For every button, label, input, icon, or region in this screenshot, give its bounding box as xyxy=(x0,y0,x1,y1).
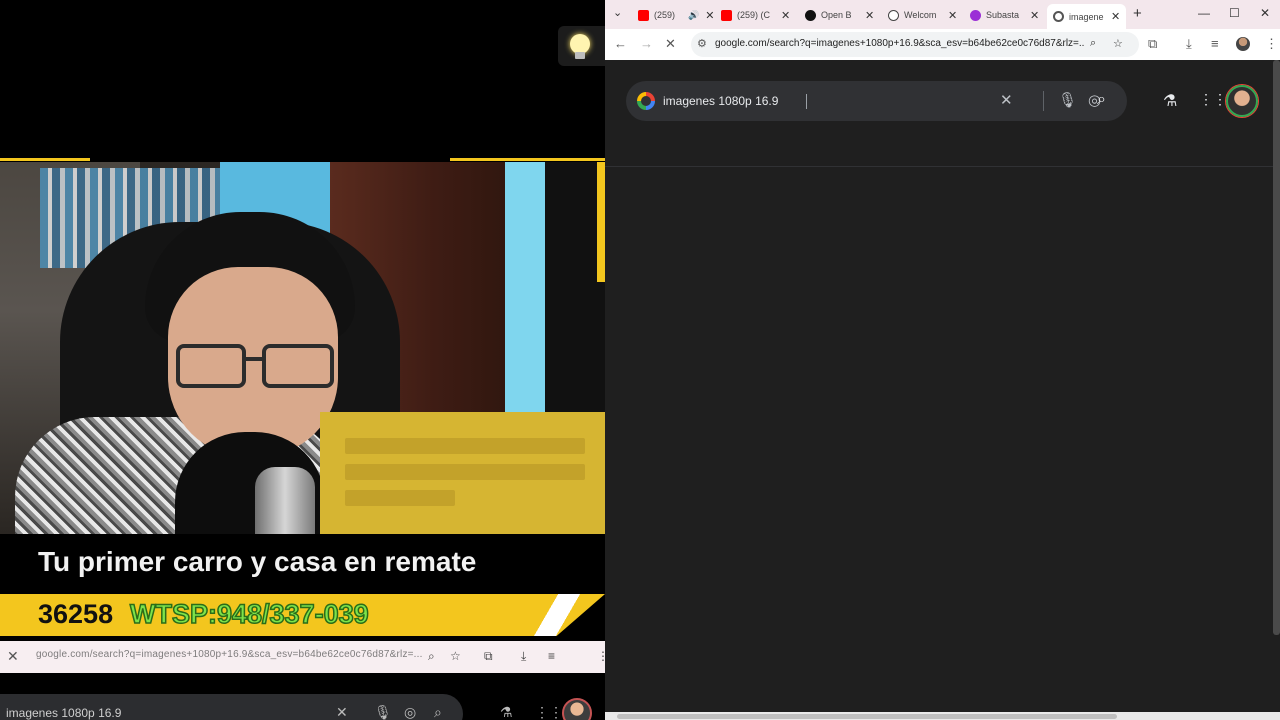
header-divider xyxy=(605,166,1273,167)
forward-icon[interactable]: → xyxy=(640,36,653,51)
tab-welcome[interactable]: Welcom ✕ xyxy=(888,4,957,26)
stream-panel: Tu primer carro y casa en remate 36258 W… xyxy=(0,0,609,720)
stream-caption: Tu primer carro y casa en remate xyxy=(38,546,477,577)
mirrored-browser-toolbar: ✕ google.com/search?q=imagenes+1080p+16.… xyxy=(0,641,609,673)
address-bar[interactable]: ⚙ google.com/search?q=imagenes+1080p+16.… xyxy=(691,32,1139,57)
loading-icon xyxy=(1053,11,1064,22)
stream-caption-bar: Tu primer carro y casa en remate xyxy=(0,534,605,594)
search-submit-icon[interactable]: ⌕ xyxy=(1097,91,1106,109)
search-icon: ⌕ xyxy=(434,704,442,720)
minimize-icon[interactable]: — xyxy=(1198,6,1210,20)
close-tab-icon[interactable]: ✕ xyxy=(1030,9,1039,22)
labs-icon: ⚗ xyxy=(500,704,513,720)
mirrored-query: imagenes 1080p 16.9 xyxy=(6,706,122,720)
mic-icon: 🎙 xyxy=(374,704,392,720)
labs-flask-icon[interactable]: ⚗ xyxy=(1163,91,1177,111)
speaker-icon[interactable]: 🔊 xyxy=(688,10,699,21)
lens-icon: ◎ xyxy=(404,704,417,720)
media-icon: ≡ xyxy=(548,649,556,663)
zoom-icon[interactable]: ⌕ xyxy=(1090,37,1096,50)
search-input[interactable]: imagenes 1080p 16.9 ✕ 🎙 ◎ xyxy=(626,81,1127,121)
tab-label: imagene xyxy=(1069,11,1104,22)
close-tab-icon[interactable]: ✕ xyxy=(705,9,714,22)
ticker-stripe xyxy=(520,594,605,636)
tab-strip: ⌄ (259) 🔊 ✕ (259) (C ✕ Open B ✕ Welcom ✕ xyxy=(605,0,1280,29)
overlay-accent-line xyxy=(0,158,90,161)
address-url: google.com/search?q=imagenes+1080p+16.9&… xyxy=(715,38,1085,49)
youtube-icon xyxy=(638,9,649,21)
tab-label: Welcom xyxy=(904,10,937,20)
apps-icon: ⋮⋮ xyxy=(535,704,563,720)
mirrored-searchbox: imagenes 1080p 16.9 xyxy=(0,694,463,720)
chrome-menu-icon[interactable]: ⋮ xyxy=(1265,36,1278,52)
close-icon: ✕ xyxy=(7,648,19,664)
download-icon: ⤓ xyxy=(521,649,527,663)
maximize-icon[interactable]: ☐ xyxy=(1229,6,1240,20)
tab-label: (259) (C xyxy=(737,10,771,20)
download-icon[interactable]: ⤓ xyxy=(1186,36,1192,52)
ticker-whatsapp: WTSP:948/337-039 xyxy=(129,598,369,630)
openai-icon xyxy=(805,9,816,21)
clear-search-icon[interactable]: ✕ xyxy=(1000,91,1013,109)
site-info-icon[interactable]: ⚙ xyxy=(697,37,707,50)
clear-icon: ✕ xyxy=(336,704,348,720)
close-tab-icon[interactable]: ✕ xyxy=(865,9,874,22)
webcam-feed xyxy=(0,162,605,534)
globe-icon xyxy=(888,9,899,21)
browser-toolbar: ← → ✕ ⚙ google.com/search?q=imagenes+108… xyxy=(605,29,1280,60)
tab-label: (259) xyxy=(654,10,676,20)
purple-app-icon xyxy=(970,9,981,21)
overlay-accent-line xyxy=(450,158,605,161)
text-cursor xyxy=(806,94,807,109)
tab-label: Subasta xyxy=(986,10,1020,20)
overlay-panel xyxy=(320,412,605,534)
star-icon: ☆ xyxy=(450,649,461,663)
tab-open[interactable]: Open B ✕ xyxy=(805,4,874,26)
vertical-scrollbar[interactable] xyxy=(1273,60,1280,635)
ticker-bar: 36258 WTSP:948/337-039 xyxy=(0,594,605,636)
close-tab-icon[interactable]: ✕ xyxy=(1111,10,1120,23)
youtube-icon xyxy=(721,9,732,21)
zoom-icon: ⌕ xyxy=(428,649,435,663)
stop-loading-icon[interactable]: ✕ xyxy=(665,36,676,52)
ticker-number: 36258 xyxy=(38,599,114,629)
tab-search-icon[interactable]: ⌄ xyxy=(613,6,622,19)
tab-subasta[interactable]: Subasta ✕ xyxy=(970,4,1039,26)
search-query: imagenes 1080p 16.9 xyxy=(663,94,779,108)
divider xyxy=(1043,91,1044,111)
bookmark-star-icon[interactable]: ☆ xyxy=(1113,37,1123,50)
account-avatar[interactable] xyxy=(1226,85,1258,117)
back-icon[interactable]: ← xyxy=(614,36,627,51)
tab-youtube-2[interactable]: (259) (C ✕ xyxy=(721,4,790,26)
mirrored-url: google.com/search?q=imagenes+1080p+16.9&… xyxy=(36,649,423,660)
new-tab-button[interactable]: + xyxy=(1133,5,1142,22)
google-results-page: imagenes 1080p 16.9 ✕ 🎙 ◎ ⌕ ⚗ ⋮⋮⋮ xyxy=(605,60,1280,720)
lightbulb-icon xyxy=(558,26,605,66)
media-control-icon[interactable]: ≡ xyxy=(1211,36,1219,51)
horizontal-scrollbar[interactable] xyxy=(617,714,1117,719)
avatar xyxy=(562,698,592,720)
close-tab-icon[interactable]: ✕ xyxy=(948,9,957,22)
tab-google-search[interactable]: imagene ✕ xyxy=(1047,4,1127,29)
tab-label: Open B xyxy=(821,10,852,20)
extensions-icon[interactable]: ⧉ xyxy=(1148,36,1157,52)
browser-window: ⌄ (259) 🔊 ✕ (259) (C ✕ Open B ✕ Welcom ✕ xyxy=(605,0,1280,720)
voice-search-icon[interactable]: 🎙 xyxy=(1058,91,1077,109)
close-tab-icon[interactable]: ✕ xyxy=(781,9,790,22)
extensions-icon: ⧉ xyxy=(484,649,493,663)
close-window-icon[interactable]: ✕ xyxy=(1260,6,1270,20)
tab-youtube-1[interactable]: (259) 🔊 ✕ xyxy=(638,4,714,26)
google-logo-icon xyxy=(637,92,655,110)
profile-avatar[interactable] xyxy=(1236,37,1250,51)
